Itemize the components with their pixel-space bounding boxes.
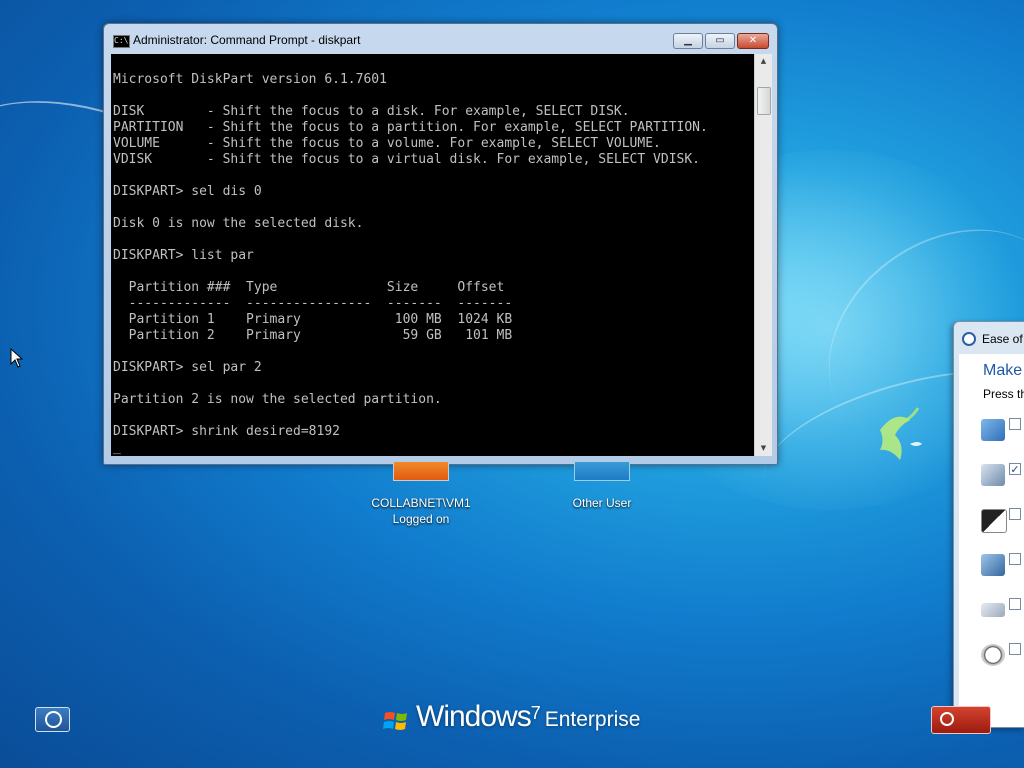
- command-prompt-window[interactable]: C:\ Administrator: Command Prompt - disk…: [103, 23, 778, 465]
- on-screen-keyboard-icon: [981, 554, 1005, 576]
- user-name-line1: COLLABNET\VM1: [371, 496, 471, 510]
- windows-logo-icon: [383, 712, 407, 730]
- maximize-button[interactable]: ▭: [705, 33, 735, 49]
- close-icon: ✕: [748, 35, 758, 46]
- ease-of-access-icon: [45, 711, 62, 728]
- sticky-keys-checkbox[interactable]: [1009, 598, 1021, 610]
- on-screen-keyboard-checkbox[interactable]: [1009, 553, 1021, 565]
- console-icon: C:\: [113, 35, 130, 48]
- window-titlebar[interactable]: C:\ Administrator: Command Prompt - disk…: [104, 24, 777, 54]
- window-title: Administrator: Command Prompt - diskpart: [133, 33, 361, 47]
- console-output[interactable]: Microsoft DiskPart version 6.1.7601 DISK…: [111, 54, 754, 456]
- ease-panel-heading: Make: [983, 362, 1023, 379]
- user-tile-other[interactable]: [574, 462, 630, 481]
- narrator-icon: [981, 419, 1005, 441]
- magnifier-icon: [981, 464, 1005, 486]
- user-tile-collabnet[interactable]: [393, 462, 449, 481]
- high-contrast-checkbox[interactable]: [1009, 508, 1021, 520]
- scroll-thumb[interactable]: [757, 87, 771, 115]
- minimize-button[interactable]: ▁: [673, 33, 703, 49]
- ease-panel-title: Ease of A: [982, 332, 1024, 346]
- ease-of-access-icon: [962, 332, 976, 346]
- narrator-checkbox[interactable]: [1009, 418, 1021, 430]
- mouse-cursor-icon: [10, 348, 24, 368]
- ease-of-access-window[interactable]: Ease of A Make Press th ✓: [953, 321, 1024, 728]
- maximize-icon: ▭: [715, 35, 725, 46]
- filter-keys-icon: [981, 644, 1005, 666]
- user-name-line1: Other User: [572, 496, 632, 510]
- user-name-collabnet[interactable]: COLLABNET\VM1 Logged on: [356, 495, 486, 527]
- high-contrast-icon: [981, 509, 1007, 533]
- user-name-other[interactable]: Other User: [540, 495, 664, 511]
- console-text: Microsoft DiskPart version 6.1.7601 DISK…: [113, 72, 708, 455]
- windows-branding: Windows7 Enterprise: [416, 700, 640, 734]
- shutdown-button[interactable]: [931, 706, 991, 734]
- brand-edition: Enterprise: [544, 708, 641, 731]
- filter-keys-checkbox[interactable]: [1009, 643, 1021, 655]
- vertical-scrollbar[interactable]: ▲ ▼: [754, 54, 772, 456]
- sticky-keys-icon: [981, 603, 1005, 617]
- wallpaper-bird-icon: [880, 407, 922, 460]
- minimize-icon: ▁: [684, 35, 692, 46]
- ease-of-access-button[interactable]: [35, 707, 70, 732]
- scroll-up-icon[interactable]: ▲: [755, 54, 772, 69]
- power-icon: [940, 712, 954, 726]
- ease-panel-subtext: Press th: [983, 387, 1024, 401]
- user-status: Logged on: [392, 512, 450, 526]
- scroll-down-icon[interactable]: ▼: [755, 441, 772, 456]
- ease-panel-body: Make Press th ✓: [959, 354, 1024, 727]
- close-button[interactable]: ✕: [737, 33, 769, 49]
- brand-version: 7: [530, 703, 541, 723]
- brand-name: Windows: [416, 700, 532, 733]
- magnifier-checkbox[interactable]: ✓: [1009, 463, 1021, 475]
